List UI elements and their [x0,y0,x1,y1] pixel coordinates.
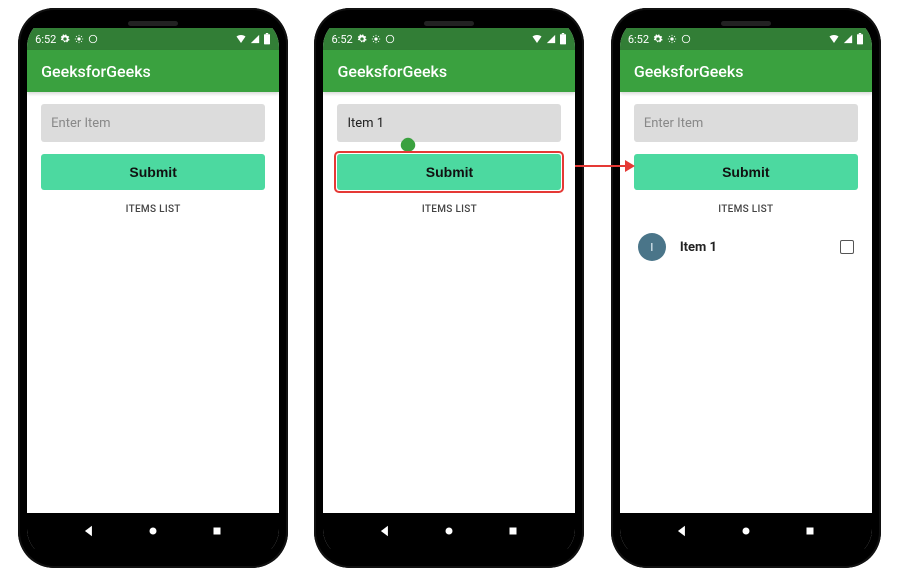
signal-icon [250,34,260,44]
phone-frame-3: 6:52 GeeksforGeeks E [611,8,881,568]
status-time: 6:52 [628,33,649,46]
content-area: Enter Item Submit ITEMS LIST I Item 1 [620,92,872,513]
status-bar: 6:52 [27,28,279,50]
item-avatar: I [638,233,666,261]
home-icon[interactable] [146,524,160,538]
recent-icon[interactable] [803,524,817,538]
items-list: I Item 1 [634,227,858,267]
items-list-header: ITEMS LIST [634,204,858,215]
sync-icon [385,34,395,44]
item-input[interactable]: Enter Item [634,104,858,142]
app-title: GeeksforGeeks [634,62,744,81]
phone-inner: 6:52 GeeksforGeeks E [620,17,872,559]
items-list-header: ITEMS LIST [337,204,561,215]
screen: 6:52 GeeksforGeeks E [620,28,872,549]
back-icon[interactable] [82,524,96,538]
gear-icon [653,34,663,44]
battery-icon [856,33,864,45]
sync-icon [88,34,98,44]
avatar-letter: I [650,241,653,254]
phone-inner: 6:52 GeeksforGeeks E [27,17,279,559]
input-value: Item 1 [347,116,384,131]
recent-icon[interactable] [506,524,520,538]
app-title: GeeksforGeeks [41,62,151,81]
signal-icon [843,34,853,44]
input-placeholder: Enter Item [51,116,110,131]
item-label: Item 1 [680,240,826,255]
wifi-icon [531,34,543,44]
screen: 6:52 GeeksforGeeks E [27,28,279,549]
content-area: Item 1 Submit ITEMS LIST [323,92,575,513]
wifi-icon [828,34,840,44]
content-area: Enter Item Submit ITEMS LIST [27,92,279,513]
speaker-slot [424,21,474,26]
submit-button[interactable]: Submit [337,154,561,190]
recent-icon[interactable] [210,524,224,538]
app-bar: GeeksforGeeks [620,50,872,92]
submit-button[interactable]: Submit [41,154,265,190]
status-time: 6:52 [331,33,352,46]
gear-icon [60,34,70,44]
chin [27,549,279,559]
phone-frame-2: 6:52 GeeksforGeeks I [314,8,584,568]
app-bar: GeeksforGeeks [27,50,279,92]
status-time: 6:52 [35,33,56,46]
submit-button[interactable]: Submit [634,154,858,190]
phone-inner: 6:52 GeeksforGeeks I [323,17,575,559]
phone-frame-1: 6:52 GeeksforGeeks E [18,8,288,568]
home-icon[interactable] [739,524,753,538]
signal-icon [546,34,556,44]
phones-container: 6:52 GeeksforGeeks E [0,0,899,568]
status-bar: 6:52 [620,28,872,50]
gear-icon [357,34,367,44]
chin [323,549,575,559]
sun-icon [74,34,84,44]
screen: 6:52 GeeksforGeeks I [323,28,575,549]
home-icon[interactable] [442,524,456,538]
sun-icon [667,34,677,44]
item-checkbox[interactable] [840,240,854,254]
battery-icon [263,33,271,45]
list-item[interactable]: I Item 1 [634,227,858,267]
items-list-header: ITEMS LIST [41,204,265,215]
system-nav-bar [620,513,872,549]
text-cursor-handle[interactable] [399,135,419,155]
sync-icon [681,34,691,44]
app-title: GeeksforGeeks [337,62,447,81]
chin [620,549,872,559]
back-icon[interactable] [675,524,689,538]
sun-icon [371,34,381,44]
submit-label: Submit [722,164,769,180]
system-nav-bar [27,513,279,549]
submit-label: Submit [426,164,473,180]
app-bar: GeeksforGeeks [323,50,575,92]
item-input[interactable]: Enter Item [41,104,265,142]
status-bar: 6:52 [323,28,575,50]
speaker-slot [128,21,178,26]
battery-icon [559,33,567,45]
back-icon[interactable] [378,524,392,538]
item-input[interactable]: Item 1 [337,104,561,142]
submit-label: Submit [129,164,176,180]
wifi-icon [235,34,247,44]
input-placeholder: Enter Item [644,116,703,131]
system-nav-bar [323,513,575,549]
speaker-slot [721,21,771,26]
